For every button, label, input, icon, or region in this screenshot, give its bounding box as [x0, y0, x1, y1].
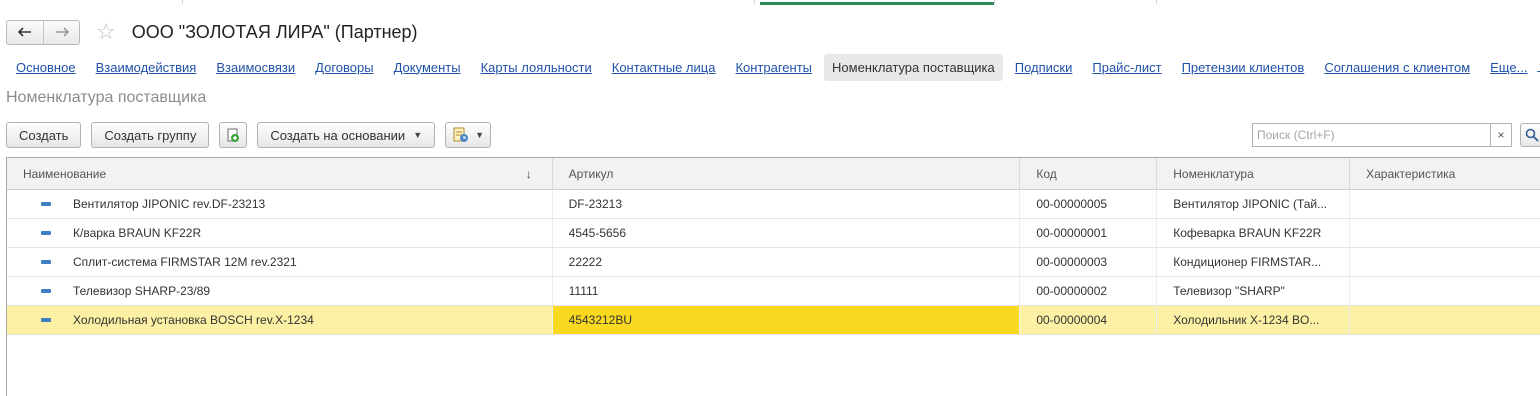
- create-group-button[interactable]: Создать группу: [91, 122, 210, 148]
- table-row[interactable]: Сплит-система FIRMSTAR 12M rev.2321 2222…: [7, 248, 1540, 277]
- window-tab[interactable]: [183, 0, 755, 4]
- tab-interactions[interactable]: Взаимодействия: [88, 54, 205, 81]
- cell-text: Сплит-система FIRMSTAR 12M rev.2321: [73, 255, 297, 269]
- command-bar: Создать Создать группу Создать на основа…: [6, 122, 501, 148]
- tab-loyalty-cards[interactable]: Карты лояльности: [473, 54, 600, 81]
- cell-name: К/варка BRAUN KF22R: [7, 219, 553, 247]
- print-reports-button[interactable]: ▼: [445, 122, 492, 148]
- active-window-tab-indicator: [760, 2, 994, 5]
- search-button[interactable]: [1520, 123, 1540, 147]
- tabs-more-button[interactable]: Еще... ▼: [1482, 54, 1540, 81]
- cell-article: 4545-5656: [553, 219, 1021, 247]
- tab-supplier-nomenclature[interactable]: Номенклатура поставщика: [824, 53, 1003, 81]
- back-button[interactable]: [7, 21, 43, 44]
- cell-code: 00-00000002: [1020, 277, 1158, 305]
- item-icon: [41, 202, 51, 206]
- table-row-selected[interactable]: Холодильная установка BOSCH rev.X-1234 4…: [7, 306, 1540, 335]
- cell-characteristic: [1350, 306, 1540, 334]
- cell-name: Вентилятор JIPONIC rev.DF-23213: [7, 190, 553, 218]
- cell-characteristic: [1350, 219, 1540, 247]
- cell-code: 00-00000005: [1020, 190, 1158, 218]
- copy-icon: [227, 128, 240, 142]
- cell-article-current[interactable]: 4543212BU: [552, 306, 1021, 334]
- table-header: Наименование ↓ Артикул Код Номенклатура …: [7, 158, 1540, 190]
- star-icon[interactable]: ☆: [96, 21, 116, 43]
- cell-nomenclature: Телевизор "SHARP": [1157, 277, 1351, 305]
- table-row[interactable]: К/варка BRAUN KF22R 4545-5656 00-0000000…: [7, 219, 1540, 248]
- cell-characteristic: [1350, 277, 1540, 305]
- cell-text: Вентилятор JIPONIC rev.DF-23213: [73, 197, 266, 211]
- chevron-down-icon: ▼: [475, 130, 485, 140]
- tab-relations[interactable]: Взаимосвязи: [208, 54, 303, 81]
- column-header-label: Наименование: [23, 167, 107, 181]
- cell-nomenclature: Холодильник X-1234 BO...: [1157, 306, 1351, 334]
- table-row[interactable]: Телевизор SHARP-23/89 11111 00-00000002 …: [7, 277, 1540, 306]
- item-icon: [41, 260, 51, 264]
- tab-subscriptions[interactable]: Подписки: [1007, 54, 1081, 81]
- cell-nomenclature: Кондиционер FIRMSTAR...: [1157, 248, 1351, 276]
- create-button[interactable]: Создать: [6, 122, 82, 148]
- form-tabs: Основное Взаимодействия Взаимосвязи Дого…: [8, 53, 1540, 81]
- supplier-nomenclature-table: Наименование ↓ Артикул Код Номенклатура …: [6, 157, 1540, 396]
- window-tab[interactable]: [995, 0, 1157, 4]
- search-icon: [1525, 128, 1539, 142]
- cell-code: 00-00000001: [1020, 219, 1158, 247]
- page-title: ООО "ЗОЛОТАЯ ЛИРА" (Партнер): [131, 21, 418, 42]
- tabs-more-label: Еще...: [1490, 59, 1528, 75]
- section-title: Номенклатура поставщика: [6, 89, 207, 106]
- create-based-on-label: Создать на основании: [270, 127, 406, 143]
- item-icon: [41, 289, 51, 293]
- cell-nomenclature: Вентилятор JIPONIC (Тай...: [1157, 190, 1351, 218]
- cell-article: 22222: [553, 248, 1021, 276]
- tab-price-list[interactable]: Прайс-лист: [1084, 54, 1169, 81]
- tab-customer-claims[interactable]: Претензии клиентов: [1174, 54, 1313, 81]
- form-header: ☆ ООО "ЗОЛОТАЯ ЛИРА" (Партнер): [6, 18, 418, 46]
- report-icon: [453, 127, 469, 142]
- navigation-buttons: [6, 19, 80, 45]
- cell-nomenclature: Кофеварка BRAUN KF22R: [1157, 219, 1351, 247]
- cell-characteristic: [1350, 248, 1540, 276]
- cell-name: Сплит-система FIRMSTAR 12M rev.2321: [7, 248, 553, 276]
- table-row[interactable]: Вентилятор JIPONIC rev.DF-23213 DF-23213…: [7, 190, 1540, 219]
- cell-text: К/варка BRAUN KF22R: [73, 226, 202, 240]
- search-box: ×: [1252, 123, 1512, 147]
- tab-contact-persons[interactable]: Контактные лица: [604, 54, 724, 81]
- cell-text: Телевизор SHARP-23/89: [73, 284, 211, 298]
- cell-code: 00-00000003: [1020, 248, 1158, 276]
- cell-code: 00-00000004: [1020, 306, 1158, 334]
- tab-counterparties[interactable]: Контрагенты: [727, 54, 820, 81]
- tab-main[interactable]: Основное: [8, 54, 84, 81]
- column-header-characteristic[interactable]: Характеристика: [1350, 158, 1540, 190]
- cell-article: DF-23213: [553, 190, 1021, 218]
- cell-name: Холодильная установка BOSCH rev.X-1234: [7, 306, 553, 334]
- create-based-on-button[interactable]: Создать на основании ▼: [257, 122, 436, 148]
- column-header-code[interactable]: Код: [1020, 158, 1158, 190]
- clear-search-button[interactable]: ×: [1490, 123, 1512, 147]
- cell-text: Холодильная установка BOSCH rev.X-1234: [73, 313, 314, 327]
- arrow-right-icon: [55, 27, 69, 37]
- cell-article: 11111: [553, 277, 1021, 305]
- tab-contracts[interactable]: Договоры: [307, 54, 381, 81]
- chevron-down-icon: ▼: [413, 130, 423, 140]
- forward-button[interactable]: [43, 20, 79, 44]
- column-header-name[interactable]: Наименование ↓: [7, 158, 553, 190]
- item-icon: [41, 231, 51, 235]
- cell-characteristic: [1350, 190, 1540, 218]
- arrow-left-icon: [18, 27, 31, 37]
- tab-customer-agreements[interactable]: Соглашения с клиентом: [1316, 54, 1478, 81]
- column-header-article[interactable]: Артикул: [553, 158, 1021, 190]
- search-input[interactable]: [1252, 123, 1490, 147]
- tab-documents[interactable]: Документы: [386, 54, 469, 81]
- column-header-nomenclature[interactable]: Номенклатура: [1157, 158, 1351, 190]
- window-tab-strip: [0, 0, 1540, 5]
- item-icon: [41, 318, 51, 322]
- sort-down-icon: ↓: [525, 167, 532, 181]
- window-tab[interactable]: [0, 0, 183, 4]
- cell-name: Телевизор SHARP-23/89: [7, 277, 553, 305]
- copy-button[interactable]: [219, 122, 248, 148]
